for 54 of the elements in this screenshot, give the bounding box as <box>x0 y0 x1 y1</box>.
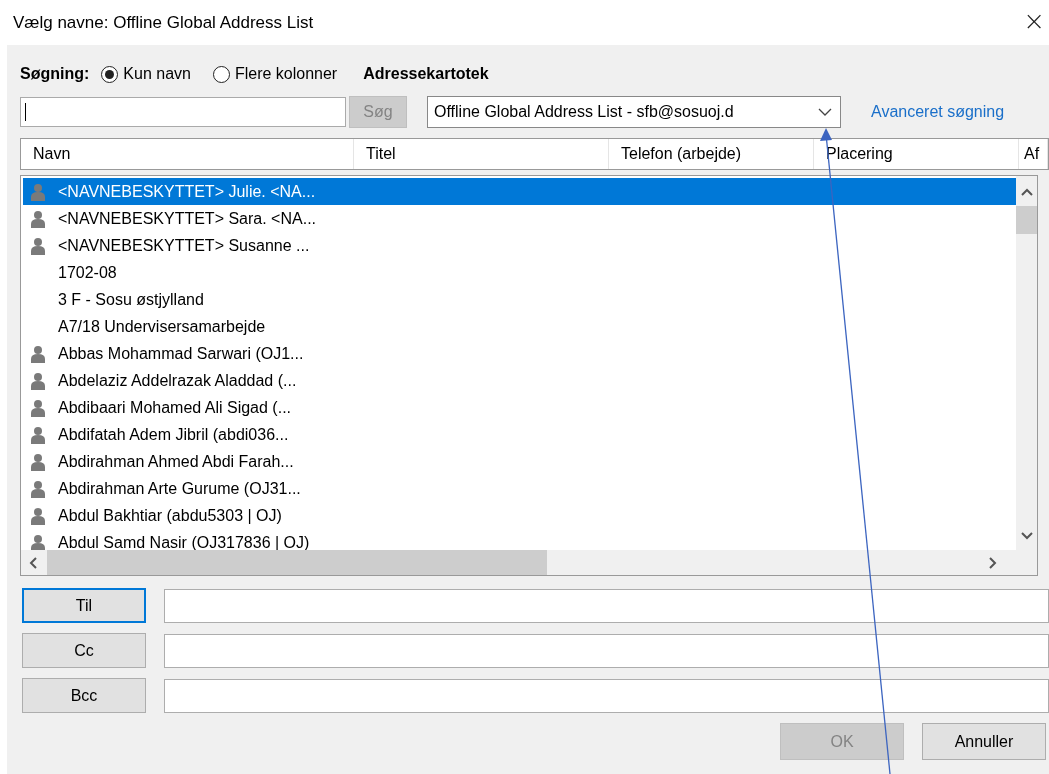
list-row[interactable]: <NAVNEBESKYTTET> Julie. <NA... <box>23 178 1016 205</box>
list-row[interactable]: 3 F - Sosu østjylland <box>23 286 1016 313</box>
list-row[interactable]: Abdul Samd Nasir (OJ317836 | OJ) <box>23 529 1016 550</box>
person-icon <box>31 398 45 417</box>
list-row[interactable]: Abdul Bakhtiar (abdu5303 | OJ) <box>23 502 1016 529</box>
search-label: Søgning: <box>20 65 90 83</box>
list-row[interactable]: Abdirahman Ahmed Abdi Farah... <box>23 448 1016 475</box>
window-title: Vælg navne: Offline Global Address List <box>13 12 314 33</box>
column-header[interactable]: Titel <box>354 139 609 169</box>
list-row[interactable]: Abdibaari Mohamed Ali Sigad (... <box>23 394 1016 421</box>
list-row[interactable]: Abdifatah Adem Jibril (abdi036... <box>23 421 1016 448</box>
scroll-thumb[interactable] <box>47 550 547 575</box>
recipient-button[interactable]: Bcc <box>22 678 146 713</box>
scroll-thumb[interactable] <box>1016 206 1037 234</box>
search-field[interactable] <box>20 97 346 127</box>
column-header[interactable]: Af <box>1019 139 1048 169</box>
scroll-down-icon[interactable] <box>1020 532 1033 540</box>
column-header[interactable]: Navn <box>21 139 354 169</box>
horizontal-scrollbar[interactable] <box>21 550 1037 575</box>
person-icon <box>31 344 45 363</box>
person-icon <box>31 425 45 444</box>
person-icon <box>31 506 45 525</box>
list-row[interactable]: 1702-08 <box>23 259 1016 286</box>
close-button[interactable]: × <box>1023 5 1049 40</box>
list-row[interactable]: <NAVNEBESKYTTET> Susanne ... <box>23 232 1016 259</box>
vertical-scrollbar[interactable] <box>1016 176 1037 550</box>
person-icon <box>31 209 45 228</box>
column-header[interactable]: Telefon (arbejde) <box>609 139 814 169</box>
person-icon <box>31 371 45 390</box>
advanced-search-link[interactable]: Avanceret søgning <box>871 103 1005 121</box>
recipient-field[interactable] <box>164 588 1049 623</box>
scroll-left-icon[interactable] <box>29 556 37 569</box>
chevron-down-icon <box>818 108 832 116</box>
list-row[interactable]: Abbas Mohammad Sarwari (OJ1... <box>23 340 1016 367</box>
recipient-field[interactable] <box>164 633 1049 668</box>
list-row[interactable]: Abdirahman Arte Gurume (OJ31... <box>23 475 1016 502</box>
recipient-field[interactable] <box>164 678 1049 713</box>
scroll-up-icon[interactable] <box>1020 188 1033 196</box>
person-icon <box>31 182 45 201</box>
recipient-button[interactable]: Til <box>22 588 146 623</box>
scroll-right-icon[interactable] <box>989 556 997 569</box>
person-icon <box>31 236 45 255</box>
person-icon <box>31 533 45 550</box>
list-row[interactable]: Abdelaziz Addelrazak Aladdad (... <box>23 367 1016 394</box>
person-icon <box>31 479 45 498</box>
address-book-dropdown[interactable]: Offline Global Address List - sfb@sosuoj.d <box>427 96 841 128</box>
person-icon <box>31 452 45 471</box>
list-row[interactable]: <NAVNEBESKYTTET> Sara. <NA... <box>23 205 1016 232</box>
radio-option[interactable]: Flere kolonner <box>212 65 338 83</box>
list-row[interactable]: A7/18 Undervisersamarbejde <box>23 313 1016 340</box>
address-book-label: Adressekartotek <box>363 65 489 83</box>
dialog-button[interactable]: Annuller <box>922 723 1046 760</box>
radio-option[interactable]: Kun navn <box>101 65 191 83</box>
recipient-button[interactable]: Cc <box>22 633 146 668</box>
